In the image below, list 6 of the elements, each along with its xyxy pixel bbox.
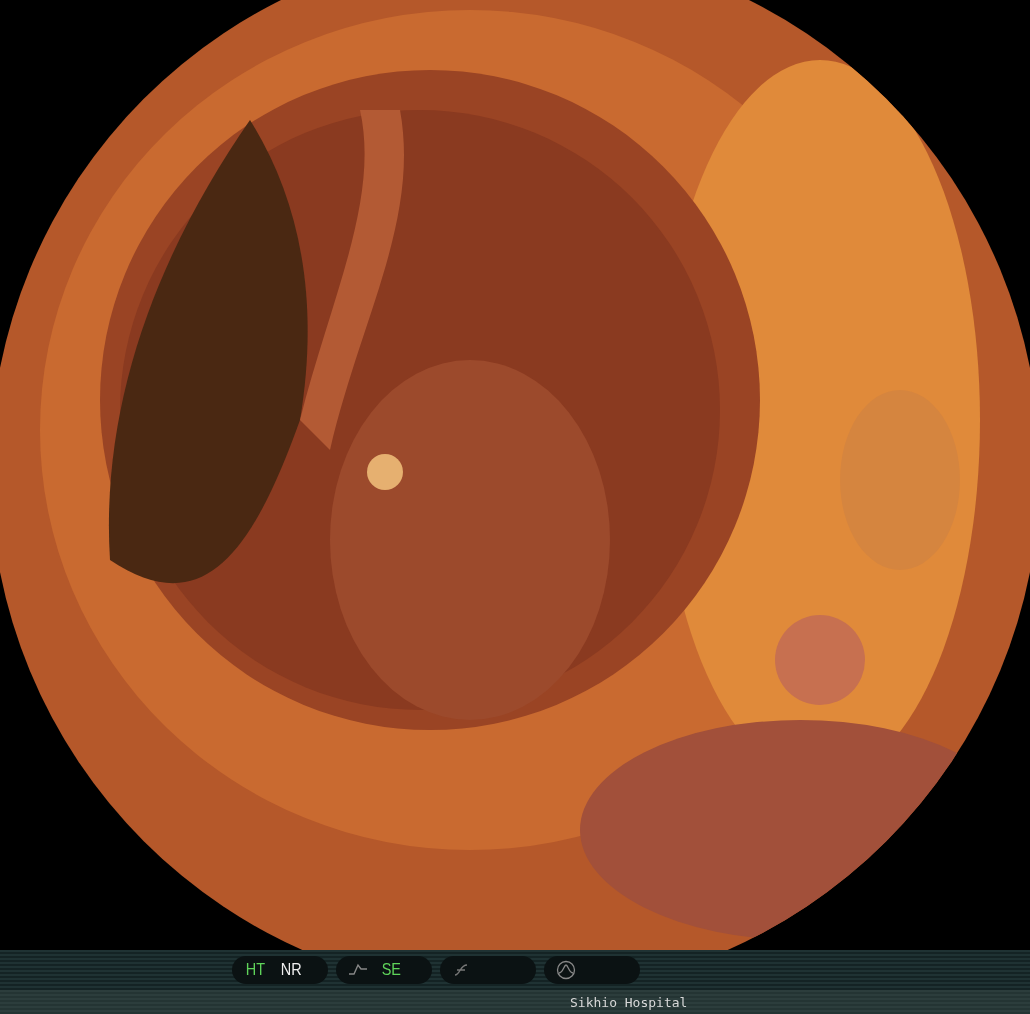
mode-label: HT [245, 960, 265, 980]
hospital-name: Sikhio Hospital [570, 994, 688, 1010]
wave-icon [556, 960, 576, 980]
mode-label: NR [280, 960, 302, 980]
curve-icon [348, 963, 368, 977]
mode-label: SE [381, 960, 401, 980]
